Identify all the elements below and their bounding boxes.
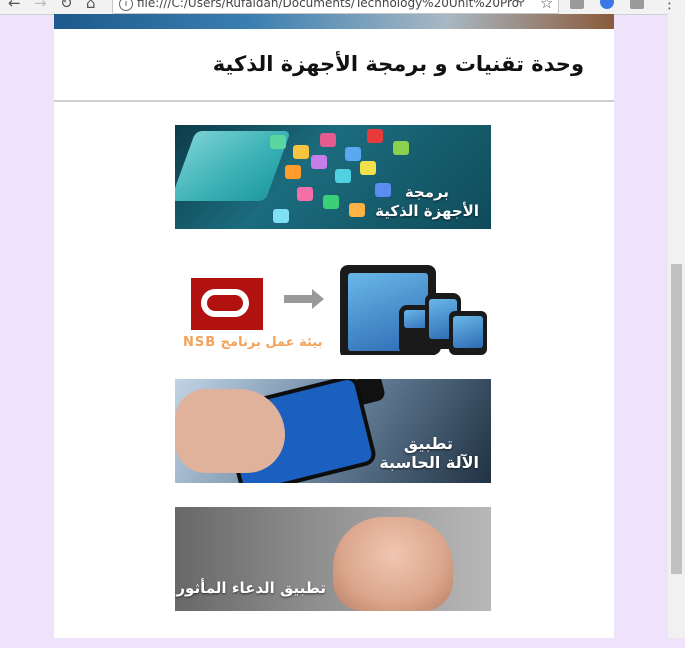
address-text: file:///C:/Users/Rufaidah/Documents/Tech…: [137, 0, 519, 10]
tile-caption-line1: بيئة عمل برنامج NSB: [183, 335, 323, 350]
app-icon: [297, 187, 313, 201]
app-icon: [270, 135, 286, 149]
tile-caption-line1: برمجة: [404, 183, 449, 201]
browser-toolbar: ← → ↻ ⌂ i file:///C:/Users/Rufaidah/Docum…: [0, 0, 685, 15]
app-icon: [349, 203, 365, 217]
app-icon: [367, 129, 383, 143]
scrollbar-thumb[interactable]: [671, 264, 682, 574]
bookmark-star-icon[interactable]: ☆: [540, 0, 553, 12]
phone-screen: [453, 316, 483, 348]
app-icon: [285, 165, 301, 179]
app-icon: [375, 183, 391, 197]
phone-image: [449, 311, 487, 355]
extension-icon[interactable]: [600, 0, 614, 9]
app-icon: [311, 155, 327, 169]
zoom-icon[interactable]: ⚲: [516, 0, 526, 9]
tile-nsb-environment[interactable]: بيئة عمل برنامج NSB: [175, 251, 491, 355]
hand-image: [175, 389, 285, 473]
app-icon: [320, 133, 336, 147]
info-icon[interactable]: i: [119, 0, 133, 11]
address-bar[interactable]: i file:///C:/Users/Rufaidah/Documents/Tec…: [112, 0, 559, 14]
app-icon: [293, 145, 309, 159]
tile-caption-line1: تطبيق الدعاء المأثور: [176, 579, 326, 597]
nsb-logo-icon: [191, 278, 263, 330]
page-content: وحدة تقنيات و برمجة الأجهزة الذكية برمجة…: [54, 14, 614, 638]
app-icon: [345, 147, 361, 161]
scrollbar[interactable]: [668, 14, 685, 638]
tile-smart-devices-programming[interactable]: برمجة الأجهزة الذكية: [175, 125, 491, 229]
forward-arrow-icon[interactable]: →: [34, 0, 47, 12]
page-title: وحدة تقنيات و برمجة الأجهزة الذكية: [212, 52, 584, 76]
app-icon: [360, 161, 376, 175]
reload-icon[interactable]: ↻: [60, 0, 73, 12]
app-icon: [273, 209, 289, 223]
tile-caption-line2: الأجهزة الذكية: [375, 202, 479, 220]
extension-icon[interactable]: [570, 0, 584, 9]
home-icon[interactable]: ⌂: [86, 0, 96, 12]
praying-hands-image: [333, 517, 453, 611]
app-icon: [393, 141, 409, 155]
menu-dots-icon[interactable]: ⋮: [662, 0, 677, 12]
tile-caption-line2: الآلة الحاسبة: [379, 453, 479, 472]
back-arrow-icon[interactable]: ←: [8, 0, 21, 12]
arrow-right-icon: [284, 289, 324, 309]
app-icon: [335, 169, 351, 183]
app-icon: [323, 195, 339, 209]
extension-icon[interactable]: [630, 0, 644, 9]
tile-calculator-app[interactable]: تطبيق الآلة الحاسبة: [175, 379, 491, 483]
divider: [54, 100, 614, 102]
tile-dua-app[interactable]: تطبيق الدعاء المأثور: [175, 507, 491, 611]
header-banner-image: [54, 14, 614, 29]
tile-caption-line1: تطبيق: [403, 434, 453, 453]
